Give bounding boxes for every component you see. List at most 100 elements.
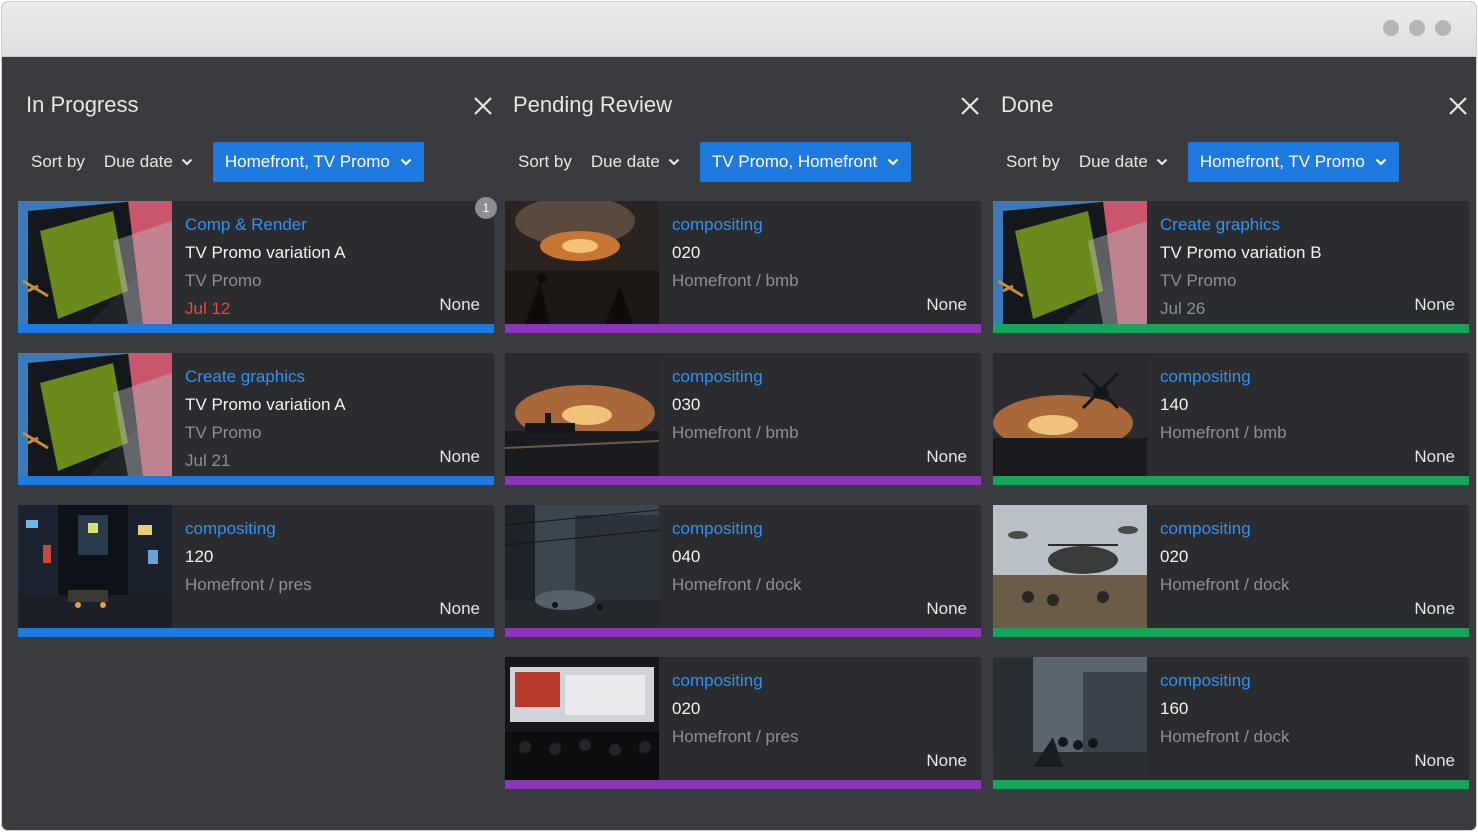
project-path: Homefront / dock — [1160, 727, 1290, 746]
app-window: In Progress Sort by Due date Homefront, … — [2, 2, 1476, 830]
sort-label: Sort by — [31, 152, 85, 171]
task-name[interactable]: compositing — [185, 515, 480, 543]
assignee: None — [1414, 599, 1455, 618]
project-path: Homefront / bmb — [1160, 423, 1287, 442]
thumbnail — [505, 657, 659, 780]
helicopter-sunset-thumbnail-image — [993, 353, 1147, 476]
sort-label: Sort by — [518, 152, 572, 171]
assignee: None — [1414, 447, 1455, 466]
thumbnail — [993, 505, 1147, 628]
city-night-thumbnail-image — [18, 505, 172, 628]
shot-name: 020 — [1160, 547, 1189, 566]
close-icon — [1449, 97, 1467, 115]
column-pending-review: Pending Review Sort by Due date TV Promo… — [505, 58, 981, 830]
project-filter-dropdown[interactable]: Homefront, TV Promo — [212, 142, 424, 182]
close-icon — [474, 97, 492, 115]
project-filter-dropdown[interactable]: TV Promo, Homefront — [699, 142, 912, 182]
task-card[interactable]: compositing 160 Homefront / dock None — [993, 657, 1469, 789]
task-name[interactable]: compositing — [1160, 363, 1455, 391]
task-name[interactable]: compositing — [1160, 515, 1455, 543]
shot-name: 020 — [672, 243, 701, 262]
sort-value: Due date — [1078, 152, 1148, 171]
task-name[interactable]: Create graphics — [185, 363, 480, 391]
sort-dropdown[interactable]: Due date — [104, 152, 193, 172]
status-bar — [505, 324, 981, 333]
card-info: compositing 160 Homefront / dock — [1160, 667, 1455, 751]
dock-helicopter-thumbnail-image — [993, 505, 1147, 628]
window-control-dot[interactable] — [1435, 20, 1451, 36]
card-info: Create graphics TV Promo variation B TV … — [1160, 211, 1455, 323]
task-card[interactable]: compositing 040 Homefront / dock None — [505, 505, 981, 637]
notification-badge: 1 — [475, 197, 497, 219]
card-list: Create graphics TV Promo variation B TV … — [993, 201, 1469, 809]
card-info: compositing 020 Homefront / dock — [1160, 515, 1455, 599]
assignee: None — [439, 599, 480, 618]
task-card[interactable]: compositing 030 Homefront / bmb None — [505, 353, 981, 485]
sort-dropdown[interactable]: Due date — [591, 152, 680, 172]
task-card[interactable]: compositing 020 Homefront / dock None — [993, 505, 1469, 637]
thumbnail — [505, 505, 659, 628]
column-title: In Progress — [26, 92, 139, 117]
thumbnail — [505, 201, 659, 324]
project-path: TV Promo — [185, 423, 262, 442]
column-header: In Progress — [18, 58, 494, 143]
task-card[interactable]: Create graphics TV Promo variation A TV … — [18, 353, 494, 485]
task-name[interactable]: compositing — [672, 667, 967, 695]
due-date: Jul 21 — [185, 451, 231, 470]
task-card[interactable]: compositing 020 Homefront / bmb None — [505, 201, 981, 333]
task-card[interactable]: compositing 120 Homefront / pres None — [18, 505, 494, 637]
title-bar — [2, 2, 1476, 57]
harbor-sunset-thumbnail-image — [505, 353, 659, 476]
soldiers-street-thumbnail-image — [993, 657, 1147, 780]
assignee: None — [1414, 751, 1455, 770]
chevron-down-icon — [400, 158, 412, 166]
ruined-street-thumbnail-image — [505, 505, 659, 628]
card-info: compositing 140 Homefront / bmb — [1160, 363, 1455, 447]
status-bar — [18, 324, 494, 333]
task-card[interactable]: compositing 140 Homefront / bmb None — [993, 353, 1469, 485]
card-info: compositing 030 Homefront / bmb — [672, 363, 967, 447]
sort-bar: Sort by Due date Homefront, TV Promo — [18, 142, 494, 182]
close-column-button[interactable] — [1447, 95, 1469, 117]
task-name[interactable]: compositing — [672, 363, 967, 391]
explosion-thumbnail-image — [505, 201, 659, 324]
status-bar — [505, 780, 981, 789]
close-column-button[interactable] — [472, 95, 494, 117]
crowd-screen-thumbnail-image — [505, 657, 659, 780]
window-control-dot[interactable] — [1409, 20, 1425, 36]
close-column-button[interactable] — [959, 95, 981, 117]
status-bar — [993, 780, 1469, 789]
window-control-dot[interactable] — [1383, 20, 1399, 36]
task-name[interactable]: compositing — [672, 515, 967, 543]
assignee: None — [926, 295, 967, 314]
task-card[interactable]: Create graphics TV Promo variation B TV … — [993, 201, 1469, 333]
task-name[interactable]: Create graphics — [1160, 211, 1455, 239]
thumbnail — [18, 505, 172, 628]
task-name[interactable]: Comp & Render — [185, 211, 480, 239]
project-filter-dropdown[interactable]: Homefront, TV Promo — [1187, 142, 1399, 182]
thumbnail — [505, 353, 659, 476]
shot-name: 040 — [672, 547, 701, 566]
promo-thumbnail-image — [18, 201, 172, 324]
task-name[interactable]: compositing — [672, 211, 967, 239]
status-bar — [18, 628, 494, 637]
card-info: Create graphics TV Promo variation A TV … — [185, 363, 480, 475]
thumbnail — [993, 353, 1147, 476]
sort-dropdown[interactable]: Due date — [1079, 152, 1168, 172]
close-icon — [961, 97, 979, 115]
task-card[interactable]: Comp & Render TV Promo variation A TV Pr… — [18, 197, 497, 333]
sort-value: Due date — [103, 152, 173, 171]
column-title: Pending Review — [513, 92, 672, 117]
chevron-down-icon — [668, 158, 680, 166]
task-board: In Progress Sort by Due date Homefront, … — [2, 58, 1476, 830]
status-bar — [993, 324, 1469, 333]
task-card[interactable]: compositing 020 Homefront / pres None — [505, 657, 981, 789]
task-name[interactable]: compositing — [1160, 667, 1455, 695]
status-bar — [505, 476, 981, 485]
card-info: compositing 040 Homefront / dock — [672, 515, 967, 599]
due-date: Jul 12 — [185, 299, 231, 318]
column-title: Done — [1001, 92, 1054, 117]
assignee: None — [926, 751, 967, 770]
promo-thumbnail-image — [18, 353, 172, 476]
chevron-down-icon — [181, 158, 193, 166]
